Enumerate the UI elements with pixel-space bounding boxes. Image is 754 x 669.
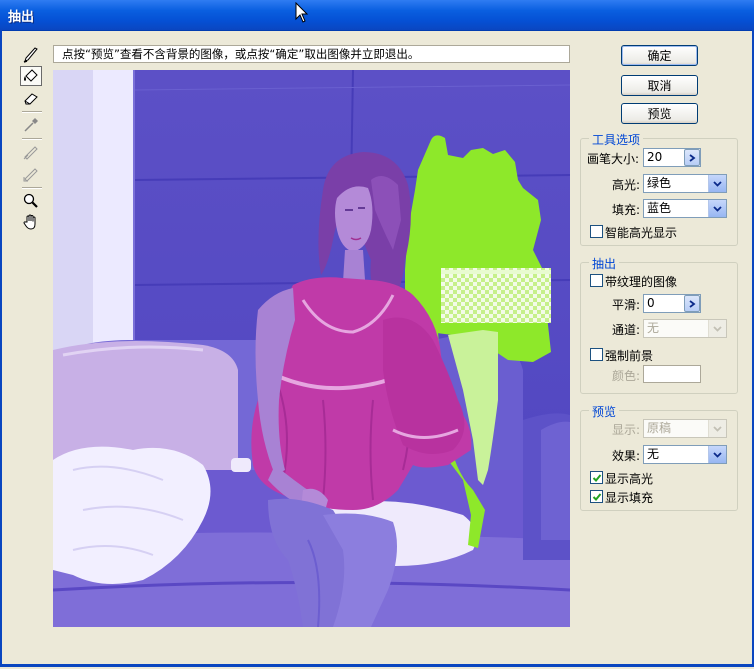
- show-highlight-checkbox[interactable]: [590, 471, 603, 484]
- preview-canvas[interactable]: [53, 70, 570, 627]
- chevron-right-icon: [689, 299, 696, 308]
- chevron-down-icon: [708, 175, 726, 192]
- chevron-down-icon: [708, 320, 726, 337]
- effect-select[interactable]: 无: [643, 445, 727, 464]
- fill-label: 填充:: [612, 203, 641, 217]
- cleanup-icon: [23, 146, 38, 160]
- color-label: 颜色:: [612, 369, 641, 383]
- chevron-down-icon: [708, 420, 726, 437]
- edge-highlighter-tool[interactable]: [20, 45, 42, 65]
- checkmark-icon: [592, 473, 601, 482]
- cleanup-tool[interactable]: [20, 142, 42, 162]
- paint-bucket-icon: [24, 69, 38, 82]
- hand-tool[interactable]: [20, 212, 42, 232]
- fill-tool[interactable]: [20, 66, 42, 86]
- show-fill-label: 显示填充: [605, 491, 654, 505]
- edge-touchup-tool[interactable]: [20, 164, 42, 184]
- smart-highlight-label: 智能高光显示: [605, 226, 678, 240]
- eraser-icon: [24, 93, 38, 105]
- mouse-cursor-icon: [295, 2, 309, 23]
- highlight-color-select[interactable]: 绿色: [643, 174, 727, 193]
- foreground-color-swatch[interactable]: [643, 365, 701, 383]
- eyedropper-icon: [24, 118, 38, 132]
- brush-size-stepper[interactable]: [684, 149, 700, 166]
- show-fill-checkbox[interactable]: [590, 490, 603, 503]
- eraser-tool[interactable]: [20, 88, 42, 108]
- tool-options-legend: 工具选项: [589, 131, 644, 148]
- tool-separator: [22, 111, 42, 113]
- highlighter-icon: [23, 47, 38, 63]
- brush-size-label: 画笔大小:: [587, 152, 640, 166]
- window-title: 抽出: [8, 10, 35, 25]
- show-label: 显示:: [612, 423, 641, 437]
- chevron-down-icon: [708, 200, 726, 217]
- channel-select[interactable]: 无: [643, 319, 727, 338]
- show-select[interactable]: 原稿: [643, 419, 727, 438]
- ok-button[interactable]: 确定: [621, 45, 698, 66]
- photo-preview: [53, 70, 570, 627]
- instruction-text: 点按“预览”查看不含背景的图像，或点按“确定”取出图像并立即退出。: [53, 45, 570, 63]
- effect-label: 效果:: [612, 449, 641, 463]
- effect-value: 无: [647, 447, 660, 461]
- textured-image-checkbox[interactable]: [590, 274, 603, 287]
- highlight-label: 高光:: [612, 178, 641, 192]
- hand-icon: [23, 214, 36, 230]
- highlight-color-value: 绿色: [647, 176, 672, 190]
- tool-separator: [22, 138, 42, 140]
- eyedropper-tool[interactable]: [20, 115, 42, 135]
- chevron-down-icon: [708, 446, 726, 463]
- force-foreground-checkbox[interactable]: [590, 348, 603, 361]
- channel-label: 通道:: [612, 323, 641, 337]
- channel-value: 无: [647, 321, 660, 335]
- fill-color-select[interactable]: 蓝色: [643, 199, 727, 218]
- checkmark-icon: [592, 492, 601, 501]
- force-foreground-label: 强制前景: [605, 349, 654, 363]
- extraction-group: 抽出 带纹理的图像 平滑: 0 通道: 无 强制前景 颜色:: [580, 255, 738, 394]
- preview-group: 预览 显示: 原稿 效果: 无 显示高光 显示填充: [580, 403, 738, 511]
- edge-touchup-icon: [23, 168, 38, 182]
- chevron-right-icon: [689, 153, 696, 162]
- textured-image-label: 带纹理的图像: [605, 275, 678, 289]
- extraction-legend: 抽出: [589, 255, 620, 272]
- magnifier-icon: [23, 193, 38, 208]
- title-bar: 抽出: [0, 0, 754, 31]
- zoom-tool[interactable]: [20, 191, 42, 211]
- show-value: 原稿: [647, 421, 672, 435]
- preview-button[interactable]: 预览: [621, 103, 698, 124]
- tool-options-group: 工具选项 画笔大小: 20 高光: 绿色 填充: 蓝色 智能高光显示: [580, 131, 738, 246]
- cancel-button[interactable]: 取消: [621, 75, 698, 96]
- tool-separator: [22, 187, 42, 189]
- smooth-stepper[interactable]: [684, 295, 700, 312]
- preview-legend: 预览: [589, 403, 620, 420]
- smart-highlight-checkbox[interactable]: [590, 225, 603, 238]
- fill-color-value: 蓝色: [647, 201, 672, 215]
- show-highlight-label: 显示高光: [605, 472, 654, 486]
- smooth-label: 平滑:: [612, 298, 641, 312]
